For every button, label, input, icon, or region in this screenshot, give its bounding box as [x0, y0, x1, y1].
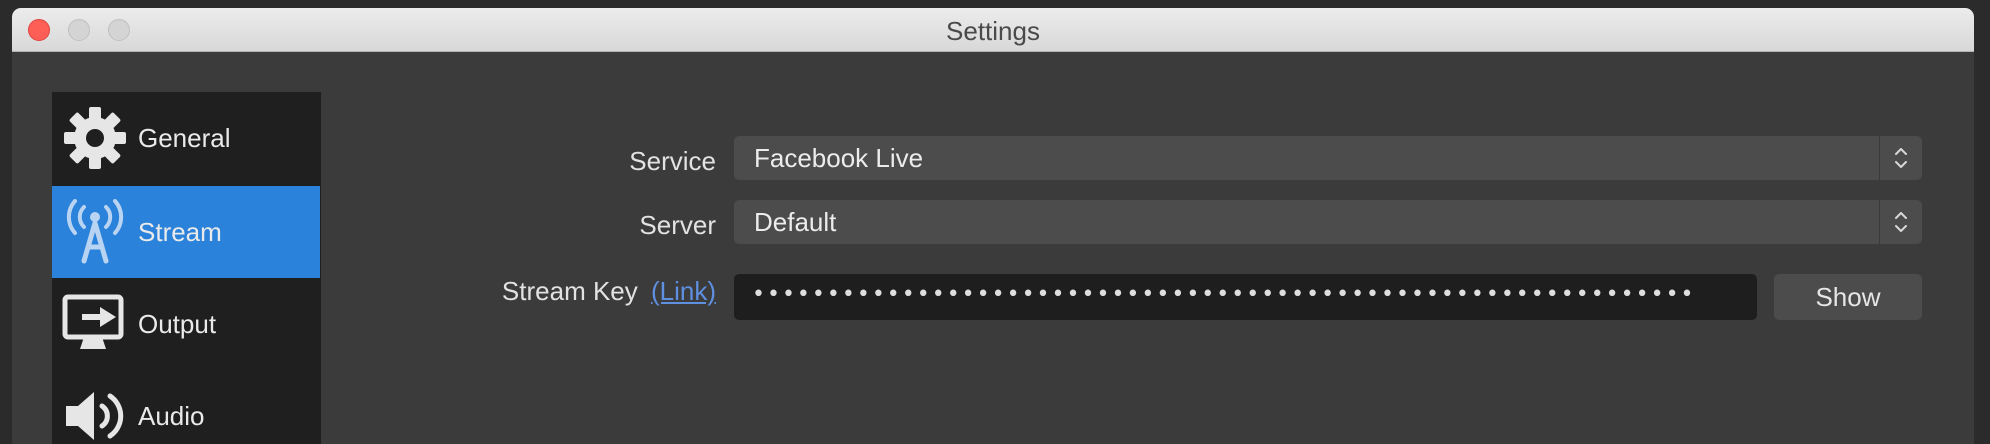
- output-monitor-icon: [62, 289, 128, 359]
- updown-chevron-icon: [1879, 136, 1922, 180]
- speaker-icon: [62, 381, 128, 444]
- sidebar-item-general[interactable]: General: [52, 92, 320, 184]
- stream-key-label: Stream Key: [501, 276, 638, 306]
- sidebar-item-label: Audio: [138, 400, 205, 431]
- gear-icon: [62, 103, 128, 173]
- sidebar-item-label: Output: [138, 308, 217, 339]
- service-value: Facebook Live: [754, 143, 924, 173]
- stream-key-link[interactable]: (Link): [651, 276, 716, 306]
- sidebar-item-output[interactable]: Output: [52, 278, 320, 370]
- title-bar: Settings: [12, 8, 1974, 52]
- broadcast-tower-icon: [62, 197, 128, 267]
- sidebar-item-label: General: [138, 122, 231, 153]
- server-value: Default: [754, 207, 837, 237]
- sidebar-item-stream[interactable]: Stream: [52, 186, 320, 278]
- show-key-button[interactable]: Show: [1774, 274, 1922, 320]
- window-title: Settings: [946, 16, 1040, 46]
- sidebar-item-label: Stream: [138, 216, 222, 247]
- stream-key-value: ••••••••••••••••••••••••••••••••••••••••…: [752, 282, 1696, 307]
- settings-window: Settings General Stream Output Audio Ser…: [12, 8, 1974, 444]
- settings-sidebar: General Stream Output Audio: [52, 92, 321, 444]
- service-select[interactable]: Facebook Live: [734, 136, 1922, 180]
- service-label: Service: [629, 146, 716, 176]
- server-label: Server: [639, 210, 716, 240]
- server-select[interactable]: Default: [734, 200, 1922, 244]
- sidebar-item-audio[interactable]: Audio: [52, 370, 320, 444]
- stream-key-field[interactable]: ••••••••••••••••••••••••••••••••••••••••…: [734, 274, 1757, 320]
- stream-key-label-row: Stream Key (Link): [392, 276, 716, 307]
- updown-chevron-icon: [1879, 200, 1922, 244]
